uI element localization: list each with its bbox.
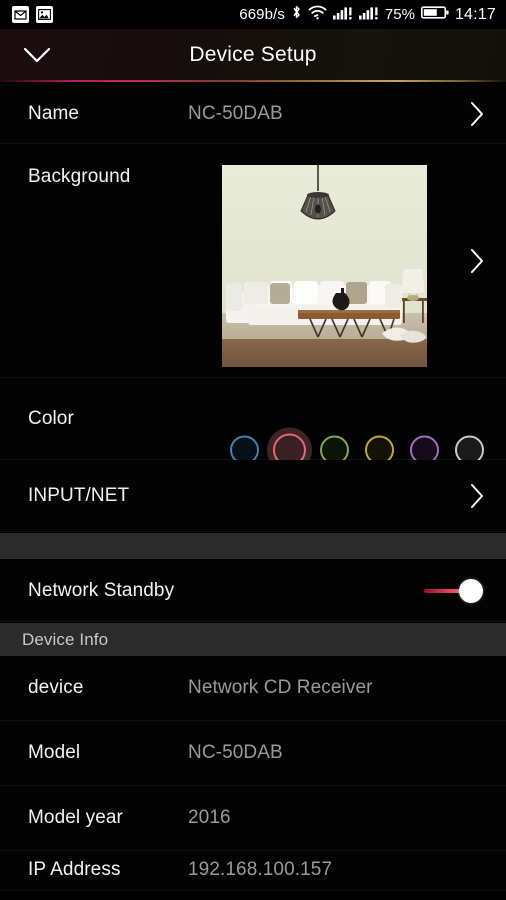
info-row-model-year: Model year 2016 [0, 786, 506, 851]
info-label: device [28, 677, 84, 698]
info-row-device: device Network CD Receiver [0, 656, 506, 721]
background-thumbnail[interactable] [222, 165, 427, 367]
status-bar-left-icons [12, 6, 53, 23]
input-net-label: INPUT/NET [28, 484, 130, 506]
battery-percent-label: 75% [384, 6, 415, 23]
chevron-right-icon[interactable] [462, 246, 492, 276]
battery-icon [420, 5, 449, 25]
setting-row-name[interactable]: Name NC-50DAB [0, 84, 506, 144]
setting-row-input-net[interactable]: INPUT/NET [0, 460, 506, 532]
info-label: IP Address [28, 859, 121, 880]
app-header: Device Setup [0, 29, 506, 80]
setting-row-network-standby[interactable]: Network Standby [0, 560, 506, 622]
gmail-icon [12, 6, 29, 23]
chevron-right-icon[interactable] [462, 99, 492, 129]
info-label: Model [28, 742, 81, 763]
status-bar-right: 669b/s 75% 14:17 [239, 4, 496, 25]
chevron-down-icon[interactable] [20, 38, 54, 72]
page-title: Device Setup [189, 42, 317, 66]
bluetooth-icon [291, 4, 302, 25]
info-value: NC-50DAB [188, 742, 283, 763]
device-setup-screen: 669b/s 75% 14:17 Device Setup Name NC-50… [0, 0, 506, 900]
info-label: Model year [28, 807, 123, 828]
background-label: Background [28, 166, 131, 187]
photo-icon [36, 6, 53, 23]
device-info-title: Device Info [22, 629, 109, 649]
name-label: Name [28, 102, 80, 124]
info-value: Network CD Receiver [188, 677, 373, 698]
info-row-ip-address: IP Address 192.168.100.157 [0, 851, 506, 891]
signal-bars-icon-1 [332, 5, 353, 25]
chevron-right-icon[interactable] [462, 481, 492, 511]
wifi-icon [308, 5, 327, 25]
name-value: NC-50DAB [188, 102, 283, 124]
toggle-track [424, 588, 464, 593]
clock-label: 14:17 [454, 5, 496, 23]
signal-bars-icon-2 [358, 5, 379, 25]
info-row-model: Model NC-50DAB [0, 721, 506, 786]
network-standby-label: Network Standby [28, 579, 175, 601]
info-value: 2016 [188, 807, 231, 828]
device-info-section-header: Device Info [0, 622, 506, 656]
section-spacer [0, 532, 506, 560]
info-value: 192.168.100.157 [188, 859, 333, 880]
network-standby-toggle[interactable] [424, 578, 486, 604]
toggle-knob[interactable] [459, 578, 483, 603]
color-label: Color [28, 407, 74, 429]
network-speed-label: 669b/s [239, 6, 285, 23]
status-bar: 669b/s 75% 14:17 [0, 0, 506, 29]
